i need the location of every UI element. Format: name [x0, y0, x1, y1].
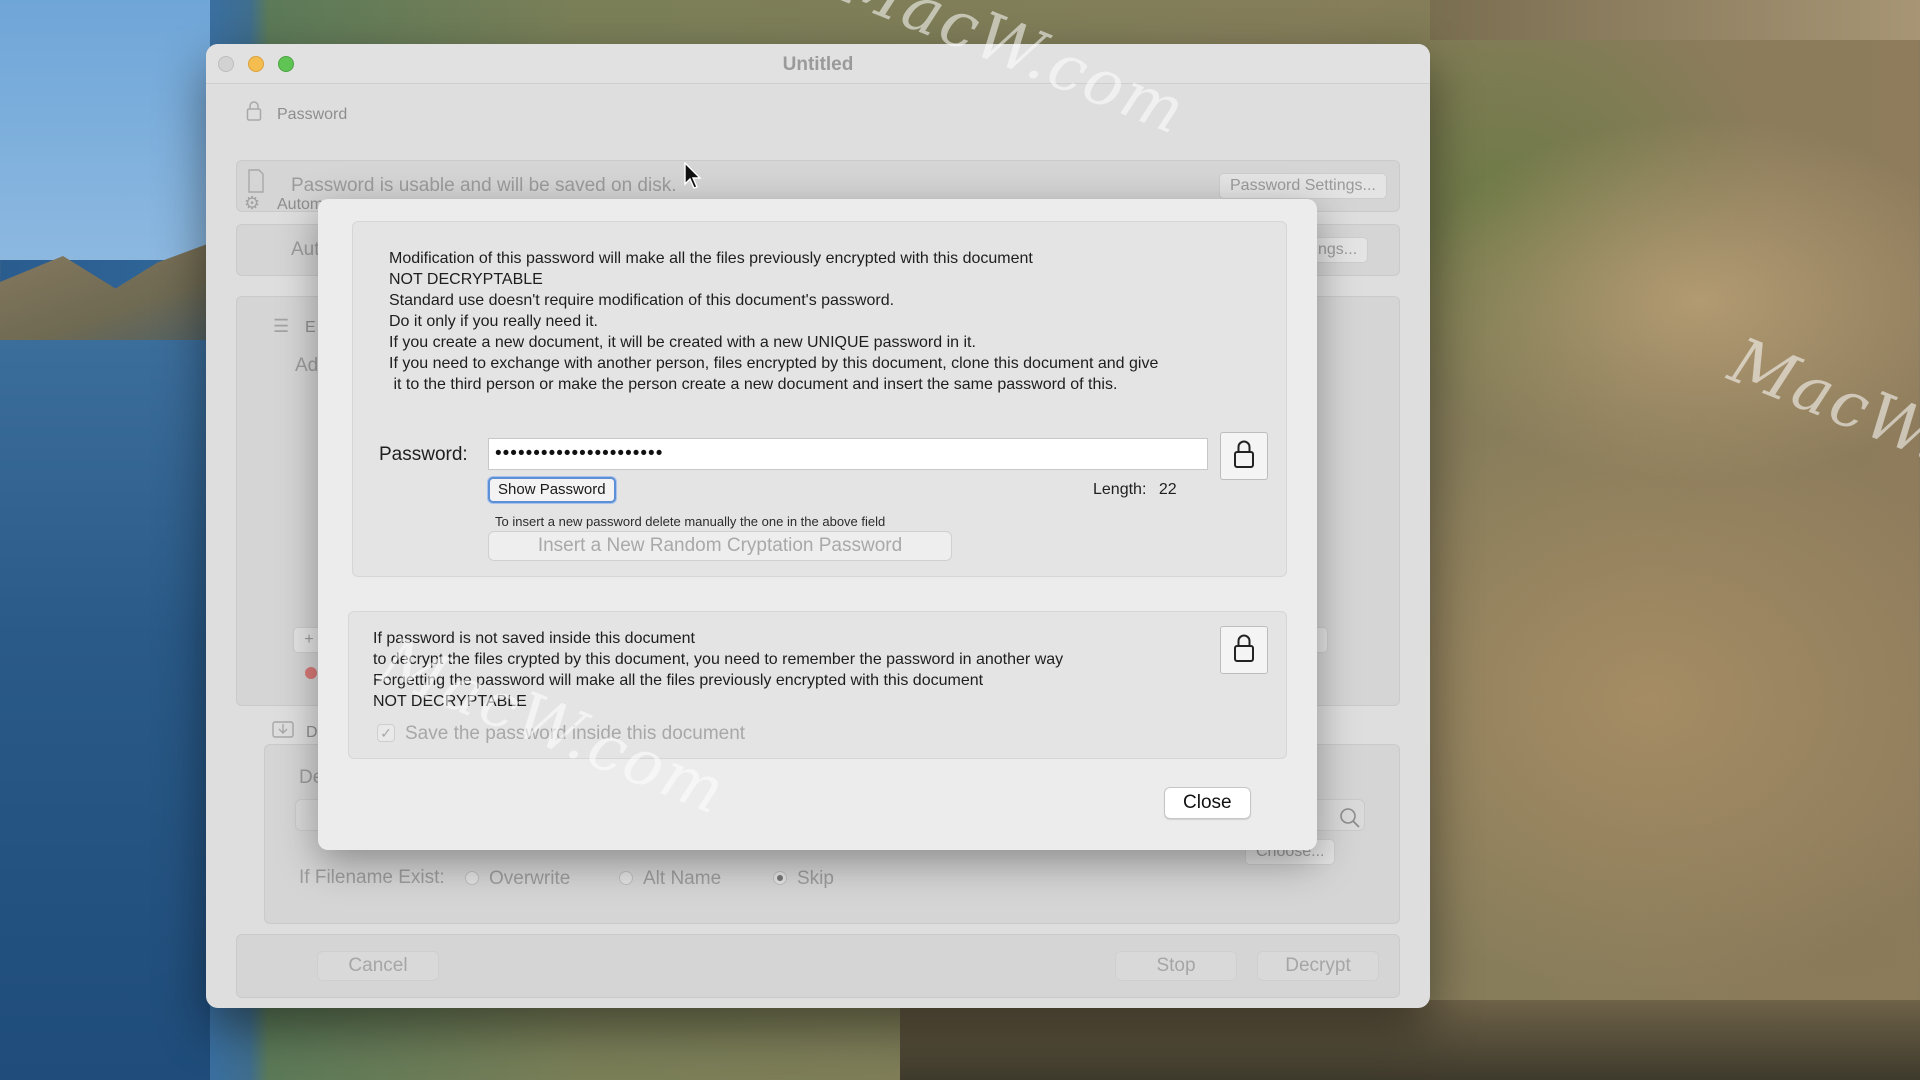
warning-line: Do it only if you really need it.	[389, 313, 598, 330]
password-edit-box: Modification of this password will make …	[352, 221, 1287, 577]
window-title: Untitled	[782, 54, 854, 75]
watermark: MacW.com	[1719, 324, 1920, 530]
title-bar: Untitled	[206, 44, 1430, 84]
document-icon	[247, 169, 265, 196]
search-icon[interactable]	[1339, 807, 1361, 832]
alt-name-label: Alt Name	[643, 868, 722, 889]
save-info-line: If password is not saved inside this doc…	[373, 630, 695, 647]
warning-line: Standard use doesn't require modificatio…	[389, 292, 895, 309]
wallpaper-sky	[0, 0, 210, 260]
wallpaper-rock	[900, 1000, 1920, 1080]
warning-line: If you need to exchange with another per…	[389, 355, 1159, 372]
filename-exist-label: If Filename Exist:	[299, 867, 445, 888]
overwrite-radio[interactable]	[465, 871, 479, 885]
warning-text: Modification of this password will make …	[389, 248, 1158, 395]
save-lock-button[interactable]	[1220, 626, 1268, 674]
stop-button[interactable]: Stop	[1115, 951, 1237, 981]
cursor-arrow	[684, 161, 702, 195]
random-password-hint: To insert a new password delete manually…	[495, 514, 886, 529]
skip-radio[interactable]	[773, 871, 787, 885]
warning-line: it to the third person or make the perso…	[389, 376, 1118, 393]
encrypt-row-text: Ad	[295, 355, 319, 376]
save-info-line: to decrypt the files crypted by this doc…	[373, 651, 1064, 668]
status-dot	[305, 667, 317, 679]
warning-line: NOT DECRYPTABLE	[389, 271, 543, 288]
save-info-line: NOT DECRYPTABLE	[373, 693, 527, 710]
length-label: Length:	[1093, 481, 1147, 498]
warning-line: If you create a new document, it will be…	[389, 334, 976, 351]
random-password-button[interactable]: Insert a New Random Cryptation Password	[488, 531, 952, 561]
length-indicator: Length: 22	[1093, 481, 1177, 499]
list-icon: ☰	[273, 316, 290, 336]
bottom-bar: Cancel Stop Decrypt	[236, 934, 1400, 998]
auto-row-text: Aut	[291, 239, 320, 260]
cancel-button[interactable]: Cancel	[317, 951, 439, 981]
password-dialog: Modification of this password will make …	[318, 199, 1317, 850]
close-button[interactable]: Close	[1164, 787, 1251, 819]
download-icon	[272, 718, 294, 741]
show-password-button[interactable]: Show Password	[488, 477, 616, 503]
encrypt-section-label: E	[305, 319, 316, 336]
save-info-text: If password is not saved inside this doc…	[373, 628, 1063, 712]
lock-icon	[1233, 439, 1255, 474]
wallpaper-ridge	[1430, 0, 1920, 40]
password-label: Password:	[379, 444, 468, 465]
password-field[interactable]: ••••••••••••••••••••••	[488, 438, 1208, 470]
save-password-checkbox[interactable]: ✓	[377, 724, 395, 742]
overwrite-label: Overwrite	[489, 868, 571, 889]
skip-label: Skip	[797, 868, 834, 889]
password-settings-button[interactable]: Password Settings...	[1219, 173, 1387, 199]
password-section-label: Password	[277, 106, 348, 123]
auto-section-label: Autom	[277, 196, 324, 213]
save-password-box: If password is not saved inside this doc…	[348, 611, 1287, 759]
gear-icon: ⚙	[244, 193, 261, 213]
wallpaper-sea	[0, 340, 210, 1080]
warning-line: Modification of this password will make …	[389, 250, 1033, 267]
main-window: Untitled Password Password is usable and…	[206, 44, 1430, 1008]
decrypt-section-label: D	[306, 724, 318, 741]
lock-icon	[1233, 633, 1255, 668]
length-value: 22	[1158, 481, 1177, 498]
password-lock-button[interactable]	[1220, 432, 1268, 480]
lock-icon	[246, 100, 262, 125]
decrypt-button[interactable]: Decrypt	[1257, 951, 1379, 981]
alt-name-radio[interactable]	[619, 871, 633, 885]
save-password-label: Save the password inside this document	[405, 723, 746, 744]
password-status-text: Password is usable and will be saved on …	[291, 175, 677, 196]
save-info-line: Forgetting the password will make all th…	[373, 672, 984, 689]
